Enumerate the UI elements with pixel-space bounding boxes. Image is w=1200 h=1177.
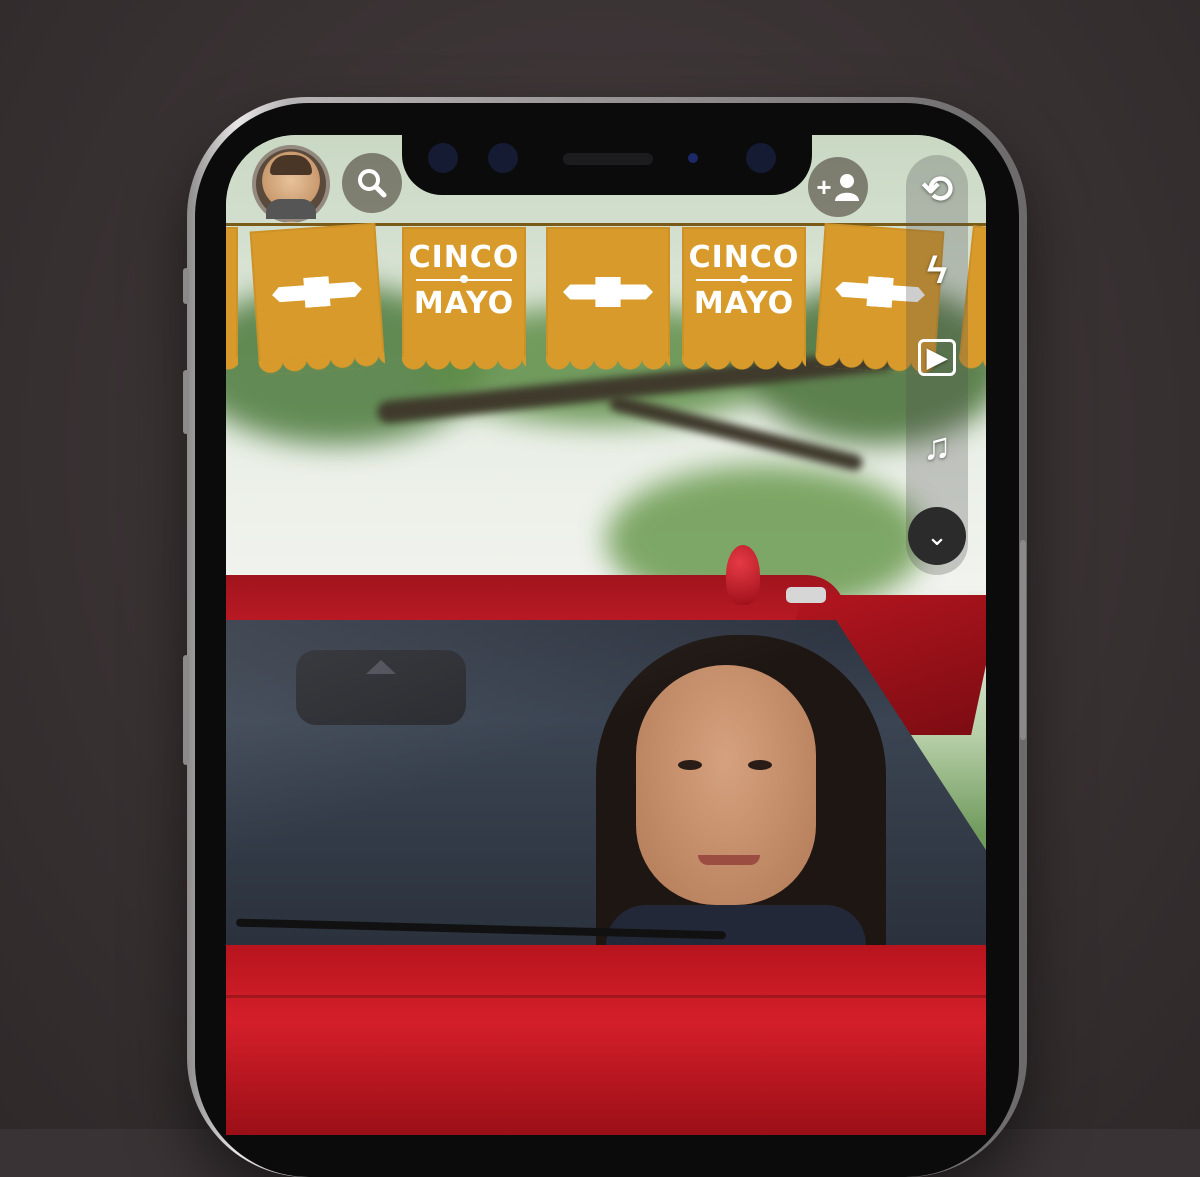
banner-flag-cinco-mayo: CINCO MAYO — [402, 227, 526, 371]
video-clip-button[interactable]: ▶ — [906, 327, 968, 387]
face-id-sensor — [488, 143, 518, 173]
silent-switch — [183, 268, 189, 304]
chevron-down-icon: ⌄ — [926, 520, 948, 551]
avatar-hair — [270, 155, 312, 175]
flag-divider — [696, 275, 792, 283]
camera-screen: CINCO MAYO CINCO MAYO + ⟲ ϟ ▶ ♫ ⌄ — [226, 135, 986, 1135]
music-icon: ♫ — [922, 425, 952, 468]
flag-divider — [416, 275, 512, 283]
devil-horn-ornament — [726, 545, 760, 605]
flash-off-icon: ϟ — [926, 249, 948, 292]
red-car — [226, 545, 986, 1135]
add-friend-button[interactable]: + — [808, 157, 868, 217]
earpiece-speaker — [563, 153, 653, 165]
roof-rack — [786, 587, 826, 603]
flag-text-bottom: MAYO — [413, 286, 515, 321]
flag-text-top: CINCO — [688, 240, 800, 275]
add-friend-icon — [834, 174, 859, 201]
flag-text-top: CINCO — [408, 240, 520, 275]
video-clip-icon: ▶ — [918, 338, 956, 376]
flag-text-bottom: MAYO — [693, 286, 795, 321]
flip-camera-icon: ⟲ — [921, 168, 953, 211]
flash-off-button[interactable]: ϟ — [906, 241, 968, 301]
bitmoji-avatar-button[interactable] — [252, 145, 330, 223]
front-camera — [688, 153, 698, 163]
banner-flag-logo — [546, 227, 670, 371]
volume-down-button — [183, 655, 189, 765]
flip-camera-button[interactable]: ⟲ — [906, 159, 968, 219]
search-button[interactable] — [342, 153, 402, 213]
hood-crease — [226, 995, 986, 998]
face-id-sensor — [746, 143, 776, 173]
expand-toolbar-button[interactable]: ⌄ — [908, 507, 966, 565]
chevrolet-bowtie-icon — [271, 274, 363, 310]
avatar-shirt — [266, 199, 316, 219]
power-button — [1020, 540, 1026, 740]
search-icon — [358, 169, 387, 198]
add-friend-plus: + — [816, 171, 832, 202]
phone-notch — [402, 135, 812, 195]
music-button[interactable]: ♫ — [906, 417, 968, 477]
volume-up-button — [183, 370, 189, 434]
banner-flag-partial — [226, 227, 238, 371]
banner-flag-cinco-mayo: CINCO MAYO — [682, 227, 806, 371]
chevrolet-bowtie-icon — [563, 277, 653, 307]
banner-flag-logo — [249, 222, 385, 364]
face-id-sensor — [428, 143, 458, 173]
car-hood — [226, 945, 986, 1135]
